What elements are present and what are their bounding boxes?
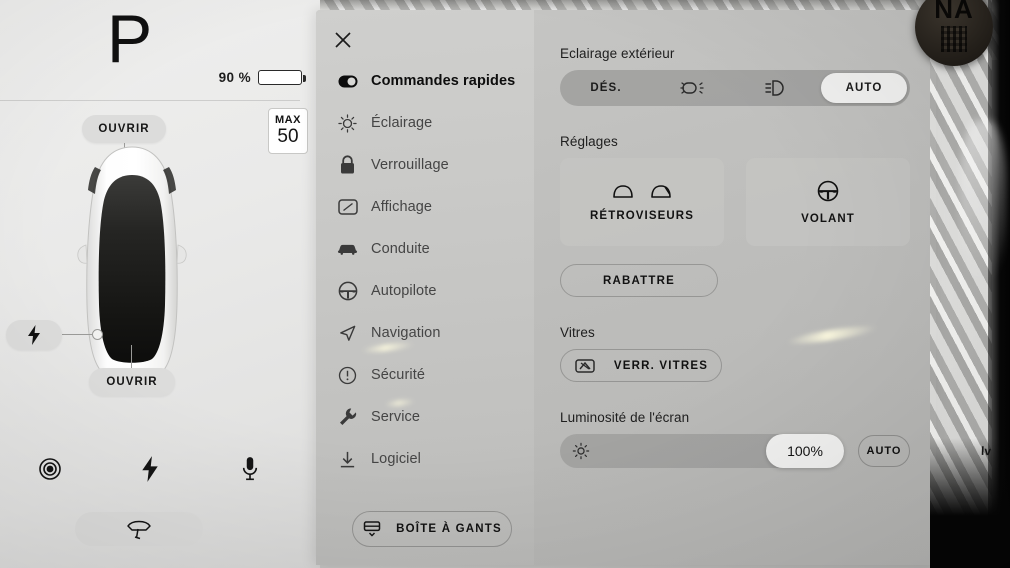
wiper-button[interactable] (75, 512, 203, 546)
battery-percent-label: 90 % (218, 70, 251, 85)
fold-mirrors-label: RABATTRE (603, 274, 675, 287)
trunk-open-button[interactable]: OUVRIR (89, 368, 175, 396)
battery-icon (258, 70, 306, 85)
glovebox-button[interactable]: BOÎTE À GANTS (352, 511, 512, 547)
toggle-icon (337, 71, 358, 92)
trunk-leader-line (131, 345, 133, 369)
wrench-icon (337, 407, 358, 428)
settings-title: Réglages (560, 134, 618, 149)
window-lock-button[interactable]: VERR. VITRES (560, 349, 722, 382)
lightbulb-icon (337, 113, 358, 134)
fold-mirrors-button[interactable]: RABATTRE (560, 264, 718, 297)
pane-divider (0, 100, 300, 101)
exterior-lighting-title: Eclairage extérieur (560, 46, 675, 61)
windows-title: Vitres (560, 325, 595, 340)
wiper-icon (127, 520, 151, 540)
controls-dialog: Commandes rapides Éclairage Verrouillage… (316, 10, 936, 565)
trunk-open-label: OUVRIR (106, 376, 158, 388)
download-icon (337, 449, 358, 470)
sidebar-item-label: Service (371, 409, 421, 425)
sidebar-item-label: Commandes rapides (371, 73, 516, 89)
edge-partial-text: lv (980, 443, 992, 459)
lighting-option-off[interactable]: DÉS. (563, 73, 649, 103)
sidebar-item-affichage[interactable]: Affichage (316, 186, 534, 228)
exterior-lighting-segmented-control[interactable]: DÉS. AUTO (560, 70, 910, 106)
mirrors-tile[interactable]: RÉTROVISEURS (560, 158, 724, 246)
brightness-slider[interactable]: 100% (560, 434, 844, 468)
car-icon (337, 239, 358, 260)
charge-leader-line (62, 334, 96, 336)
charging-bolt-icon[interactable] (133, 452, 167, 486)
controls-content: Eclairage extérieur DÉS. AUTO Réglages R… (534, 10, 936, 565)
tesla-touchscreen: P 90 % MAX 50 OUVRIR OUVRIR Commandes ra… (0, 0, 1010, 568)
lighting-option-auto[interactable]: AUTO (821, 73, 907, 103)
speed-limit-value: 50 (277, 125, 299, 147)
environment-dark-bottom (930, 438, 1010, 568)
lighting-option-auto-label: AUTO (845, 82, 883, 94)
sidebar-item-service[interactable]: Service (316, 396, 534, 438)
sidebar-item-eclairage[interactable]: Éclairage (316, 102, 534, 144)
sidebar-item-label: Verrouillage (371, 157, 449, 173)
lighting-option-parking[interactable] (649, 73, 735, 103)
settings-tiles: RÉTROVISEURS VOLANT (560, 158, 910, 246)
mirrors-tile-label: RÉTROVISEURS (590, 209, 694, 222)
mirrors-icon (611, 183, 673, 199)
sidebar-item-label: Éclairage (371, 115, 433, 131)
sidebar-item-logiciel[interactable]: Logiciel (316, 438, 534, 480)
sidebar-item-securite[interactable]: Sécurité (316, 354, 534, 396)
sidebar-item-verrouillage[interactable]: Verrouillage (316, 144, 534, 186)
gear-indicator: P (106, 1, 154, 77)
speed-limit-sign: MAX 50 (268, 108, 308, 154)
steering-wheel-tile-label: VOLANT (801, 212, 855, 225)
lighting-option-headlights[interactable] (735, 73, 821, 103)
navigation-arrow-icon (337, 323, 358, 344)
charge-port-marker (92, 329, 103, 340)
vehicle-pane: P 90 % MAX 50 OUVRIR OUVRIR (0, 0, 320, 568)
qr-code-icon (941, 26, 967, 52)
brightness-value[interactable]: 100% (766, 434, 844, 468)
sidebar-item-conduite[interactable]: Conduite (316, 228, 534, 270)
sidebar-item-label: Logiciel (371, 451, 421, 467)
screenshot-root: P 90 % MAX 50 OUVRIR OUVRIR Commandes ra… (0, 0, 1010, 568)
lighting-option-off-label: DÉS. (590, 82, 622, 94)
window-lock-icon (574, 356, 596, 376)
glovebox-button-label: BOÎTE À GANTS (396, 523, 502, 535)
brightness-row: 100% AUTO (560, 434, 910, 468)
frunk-open-button[interactable]: OUVRIR (82, 115, 166, 143)
steering-wheel-icon (817, 180, 839, 202)
lightning-bolt-icon (28, 325, 40, 345)
sidebar-item-label: Affichage (371, 199, 433, 215)
sidebar-item-label: Sécurité (371, 367, 425, 383)
sidebar-item-label: Conduite (371, 241, 430, 257)
brightness-title: Luminosité de l'écran (560, 410, 690, 425)
sidebar-item-label: Navigation (371, 325, 441, 341)
frunk-open-label: OUVRIR (98, 123, 150, 135)
brightness-auto-button[interactable]: AUTO (858, 435, 910, 467)
quick-action-bar (0, 452, 300, 486)
brightness-auto-label: AUTO (866, 445, 902, 457)
controls-sidebar: Commandes rapides Éclairage Verrouillage… (316, 10, 534, 565)
na-badge-text: NA (934, 0, 974, 24)
battery-status[interactable]: 90 % (218, 70, 306, 85)
charge-port-button[interactable] (6, 320, 62, 350)
steering-wheel-icon (337, 281, 358, 302)
alert-circle-icon (337, 365, 358, 386)
glovebox-icon (362, 518, 382, 541)
sidebar-item-autopilote[interactable]: Autopilote (316, 270, 534, 312)
sidebar-nav-list: Commandes rapides Éclairage Verrouillage… (316, 60, 534, 480)
sun-icon (572, 442, 590, 460)
parking-lights-icon (677, 79, 707, 97)
window-lock-label: VERR. VITRES (613, 359, 709, 372)
headlight-icon (764, 79, 792, 97)
close-icon[interactable] (330, 27, 356, 53)
dashcam-icon[interactable] (33, 452, 67, 486)
sidebar-item-label: Autopilote (371, 283, 437, 299)
sidebar-item-navigation[interactable]: Navigation (316, 312, 534, 354)
sidebar-item-commandes-rapides[interactable]: Commandes rapides (316, 60, 534, 102)
steering-wheel-tile[interactable]: VOLANT (746, 158, 910, 246)
lock-icon (337, 155, 358, 176)
display-icon (337, 197, 358, 218)
microphone-icon[interactable] (233, 452, 267, 486)
